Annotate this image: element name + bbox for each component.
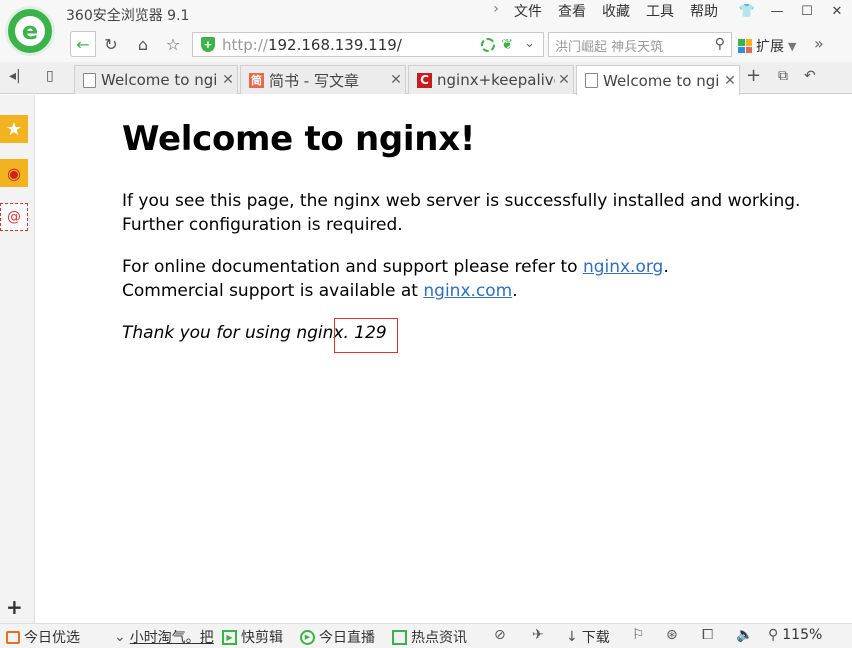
status-hot-news[interactable]: 热点资讯 [392, 627, 467, 647]
download-icon: ↓ [566, 629, 578, 645]
app-title: 360安全浏览器 9.1 [66, 8, 190, 24]
extensions-label: 扩展 [756, 39, 784, 55]
maximize-button[interactable]: ☐ [792, 0, 822, 22]
paragraph-intro: If you see this page, the nginx web serv… [122, 191, 801, 235]
sidebar: ★ ◉ @ + [0, 95, 35, 623]
menu-favorites[interactable]: 收藏 [594, 1, 638, 21]
shield-icon: + [201, 37, 215, 52]
add-sidebar-item-icon[interactable]: + [6, 595, 23, 619]
favorites-star-icon[interactable]: ★ [0, 115, 28, 143]
page-icon [585, 73, 598, 88]
menu-help[interactable]: 帮助 [682, 1, 726, 21]
paragraph-support: For online documentation and support ple… [122, 257, 669, 301]
title-bar: 360安全浏览器 9.1 › 文件 查看 收藏 工具 帮助 👕 — ☐ ✕ [0, 0, 852, 28]
play-icon: ▶ [222, 629, 237, 645]
pin-icon[interactable]: ✈ [532, 627, 544, 643]
tab-nginx-keepalive[interactable]: C nginx+keepalive ✕ [408, 65, 574, 94]
close-button[interactable]: ✕ [822, 0, 852, 22]
address-bar[interactable]: + http://192.168.139.119/ ❦ ⌄ [192, 32, 544, 57]
more-chevron-icon[interactable]: » [814, 34, 824, 53]
nginx-org-link[interactable]: nginx.org [583, 257, 663, 277]
close-tab-icon[interactable]: ✕ [387, 72, 405, 88]
new-tab-icon[interactable]: + [746, 65, 761, 86]
speed-icon[interactable] [481, 38, 495, 52]
chevron-down-icon[interactable]: ⌄ [524, 36, 535, 51]
home-button[interactable]: ⌂ [130, 31, 156, 57]
leaf-icon[interactable]: ❦ [501, 37, 513, 53]
status-quick-edit[interactable]: ▶ 快剪辑 [222, 627, 283, 647]
tab-jianshu[interactable]: 简 简书 - 写文章 ✕ [240, 65, 406, 94]
page-heading: Welcome to nginx! [122, 119, 476, 159]
window-controls: 👕 — ☐ ✕ [732, 0, 852, 22]
volume-icon[interactable]: 🔈 [736, 627, 753, 643]
chevron-down-icon: ⌄ [114, 629, 126, 645]
speed-status-icon[interactable]: ⊘ [494, 627, 506, 643]
minimize-button[interactable]: — [762, 0, 792, 22]
search-input[interactable]: 洪门崛起 神兵天筑 [555, 36, 663, 55]
gift-icon [6, 630, 20, 644]
window-mode-icon[interactable]: ⧠ [702, 627, 713, 643]
search-box[interactable]: 洪门崛起 神兵天筑 ⚲ [548, 32, 732, 57]
zoom-control[interactable]: ⚲ 115% [768, 627, 822, 643]
restore-tabs-icon[interactable]: ⧉ [778, 68, 788, 84]
download-button[interactable]: ↓ 下载 [566, 627, 610, 647]
zoom-icon: ⚲ [768, 627, 779, 643]
status-news-ticker[interactable]: ⌄ 小时淘气。把 [114, 627, 214, 647]
chevron-right-icon[interactable]: › [486, 1, 506, 21]
back-button[interactable]: ← [70, 31, 96, 57]
browser-mode-icon[interactable]: ⊛ [666, 627, 678, 643]
flag-icon[interactable]: ⚐ [632, 627, 645, 643]
status-live[interactable]: ▶ 今日直播 [300, 627, 375, 647]
close-tab-icon[interactable]: ✕ [555, 72, 573, 88]
undo-close-icon[interactable]: ↶ [804, 68, 816, 84]
tab-welcome-active[interactable]: Welcome to ngi ✕ [576, 65, 740, 95]
mail-icon[interactable]: @ [0, 203, 28, 231]
jianshu-icon: 简 [249, 72, 264, 88]
browser-logo-icon[interactable]: e [5, 6, 55, 56]
menu-file[interactable]: 文件 [506, 1, 550, 21]
live-icon: ▶ [300, 629, 315, 645]
menu-view[interactable]: 查看 [550, 1, 594, 21]
tab-bar: ◂| ▯ Welcome to ngi ✕ 简 简书 - 写文章 ✕ C ngi… [0, 62, 852, 95]
shirt-icon[interactable]: 👕 [732, 0, 762, 22]
tab-welcome-1[interactable]: Welcome to ngi ✕ [74, 65, 238, 94]
status-bar: 今日优选 ⌄ 小时淘气。把 ▶ 快剪辑 ▶ 今日直播 热点资讯 ⊘ ✈ ↓ 下载… [0, 623, 852, 648]
collapse-sidebar-icon[interactable]: ◂| [9, 68, 21, 84]
navigation-bar: ← ↻ ⌂ ☆ + http://192.168.139.119/ ❦ ⌄ 洪门… [0, 28, 852, 62]
close-tab-icon[interactable]: ✕ [721, 73, 739, 89]
extensions-button[interactable]: 扩展 ▼ [738, 36, 796, 56]
page-content: Welcome to nginx! If you see this page, … [36, 95, 852, 623]
status-today-picks[interactable]: 今日优选 [6, 627, 80, 647]
search-icon[interactable]: ⚲ [715, 36, 725, 52]
address-url[interactable]: http://192.168.139.119/ [222, 36, 402, 54]
news-icon [392, 629, 407, 645]
menu-bar: › 文件 查看 收藏 工具 帮助 [486, 1, 726, 21]
weibo-icon[interactable]: ◉ [0, 159, 28, 187]
chevron-down-icon: ▼ [788, 39, 797, 53]
menu-tools[interactable]: 工具 [638, 1, 682, 21]
nginx-com-link[interactable]: nginx.com [423, 281, 512, 301]
highlight-box [334, 318, 398, 353]
favorite-star-button[interactable]: ☆ [160, 31, 186, 57]
extensions-icon [738, 39, 752, 53]
csdn-icon: C [417, 72, 432, 88]
page-icon [83, 72, 96, 88]
refresh-button[interactable]: ↻ [98, 31, 124, 57]
phone-icon[interactable]: ▯ [46, 68, 54, 84]
close-tab-icon[interactable]: ✕ [219, 72, 237, 88]
